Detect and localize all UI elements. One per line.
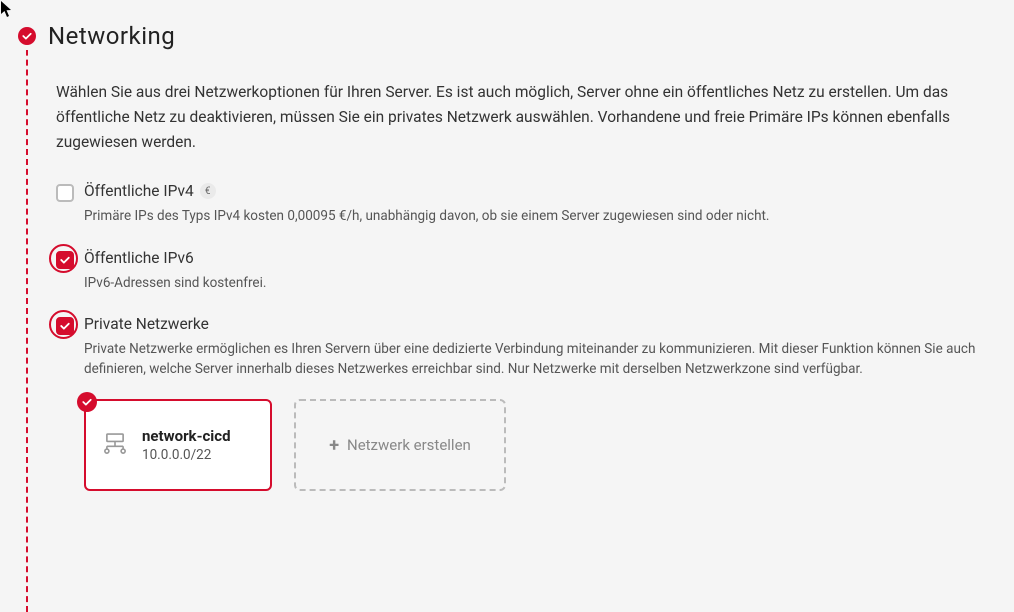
option-desc-private: Private Netzwerke ermöglichen es Ihren S… bbox=[84, 339, 1004, 380]
plus-icon: + bbox=[329, 435, 339, 456]
checkbox-ipv4[interactable] bbox=[56, 184, 74, 202]
option-label-private: Private Netzwerke bbox=[84, 315, 209, 333]
create-network-label: Netzwerk erstellen bbox=[347, 436, 471, 454]
checkbox-private[interactable] bbox=[56, 317, 74, 335]
timeline-line bbox=[26, 0, 28, 612]
section-content: Wählen Sie aus drei Netzwerkoptionen für… bbox=[0, 50, 1014, 491]
option-private-networks: Private Netzwerke Private Netzwerke ermö… bbox=[56, 315, 1004, 492]
network-name: network-cicd bbox=[142, 427, 231, 445]
checkbox-ipv6[interactable] bbox=[56, 251, 74, 269]
price-badge-icon: € bbox=[200, 183, 216, 199]
option-desc-ipv4: Primäre IPs des Typs IPv4 kosten 0,00095… bbox=[84, 206, 1004, 226]
option-label-ipv4: Öffentliche IPv4 bbox=[84, 182, 194, 200]
option-label-ipv6: Öffentliche IPv6 bbox=[84, 249, 194, 267]
section-title: Networking bbox=[48, 22, 175, 50]
check-badge-icon bbox=[18, 27, 36, 45]
section-header: Networking bbox=[0, 0, 1014, 50]
intro-text: Wählen Sie aus drei Netzwerkoptionen für… bbox=[56, 80, 1004, 154]
network-icon bbox=[102, 430, 128, 460]
check-badge-icon bbox=[77, 392, 97, 412]
network-cidr: 10.0.0.0/22 bbox=[142, 447, 231, 463]
cursor-icon bbox=[0, 0, 14, 22]
create-network-button[interactable]: + Netzwerk erstellen bbox=[294, 399, 506, 491]
network-card-selected[interactable]: network-cicd 10.0.0.0/22 bbox=[84, 399, 272, 491]
option-desc-ipv6: IPv6-Adressen sind kostenfrei. bbox=[84, 273, 1004, 293]
option-public-ipv6: Öffentliche IPv6 IPv6-Adressen sind kost… bbox=[56, 249, 1004, 293]
option-public-ipv4: Öffentliche IPv4 € Primäre IPs des Typs … bbox=[56, 182, 1004, 226]
